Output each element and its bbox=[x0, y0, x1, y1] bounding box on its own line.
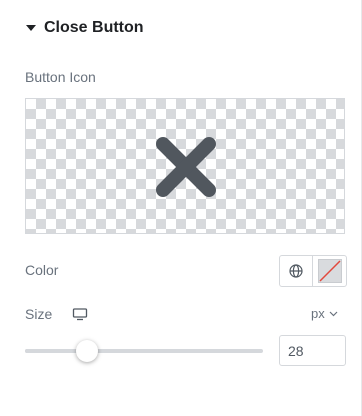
desktop-icon[interactable] bbox=[72, 306, 88, 322]
close-x-icon bbox=[156, 137, 216, 197]
size-slider-track[interactable] bbox=[25, 340, 263, 362]
close-button-panel: Close Button Button Icon Color Size px 2… bbox=[0, 0, 362, 416]
color-swatch bbox=[317, 259, 342, 283]
unset-slash-icon bbox=[318, 260, 341, 282]
chevron-down-icon bbox=[329, 311, 338, 316]
global-colors-button[interactable] bbox=[280, 256, 313, 286]
size-slider-thumb[interactable] bbox=[75, 340, 98, 362]
unit-selector[interactable]: px bbox=[311, 306, 338, 321]
button-icon-label: Button Icon bbox=[25, 69, 96, 85]
size-label: Size bbox=[25, 306, 53, 322]
section-toggle[interactable]: Close Button bbox=[24, 17, 144, 39]
section-title: Close Button bbox=[44, 19, 144, 36]
color-label: Color bbox=[25, 262, 59, 278]
globe-icon bbox=[289, 264, 303, 278]
color-control bbox=[279, 255, 347, 287]
caret-down-icon bbox=[24, 21, 38, 35]
size-number-input[interactable] bbox=[279, 335, 346, 366]
unit-value: px bbox=[311, 306, 325, 321]
color-swatch-button[interactable] bbox=[313, 256, 346, 286]
icon-picker-preview[interactable] bbox=[25, 98, 345, 234]
